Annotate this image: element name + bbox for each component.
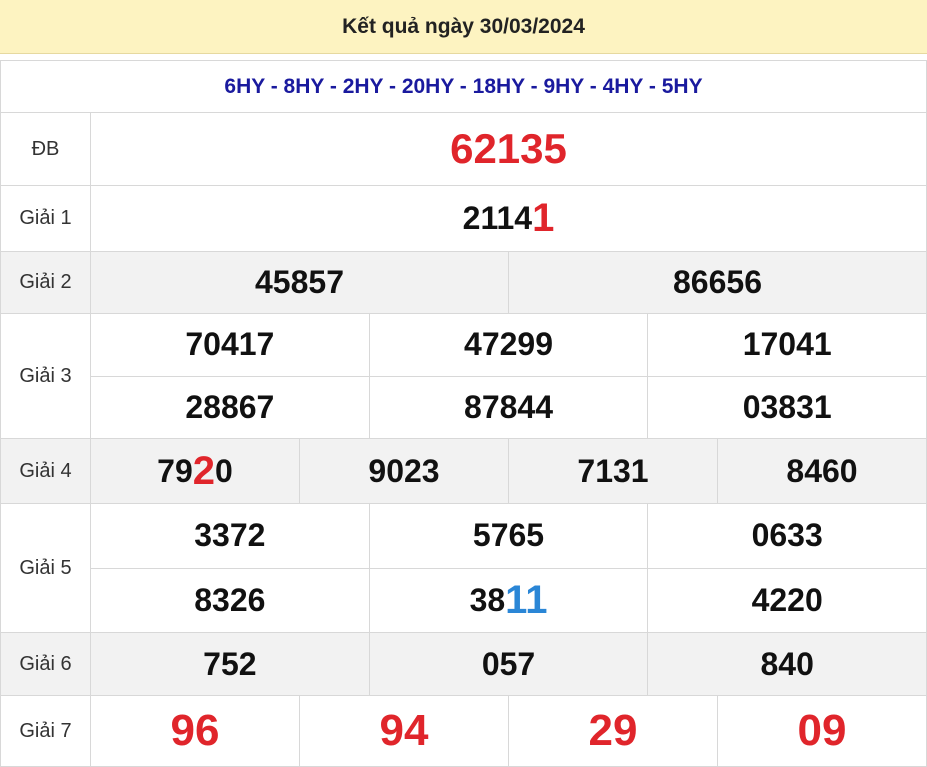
prize-4-number: 79 2 0 <box>91 439 299 503</box>
prize-2-number: 45857 <box>255 264 344 300</box>
number-highlight: 11 <box>505 577 548 622</box>
prize-7-number: 09 <box>717 696 926 766</box>
prize-6-number: 840 <box>647 633 926 695</box>
prize-row-2: Giải 2 45857 86656 <box>1 252 926 314</box>
draw-codes: 6HY - 8HY - 2HY - 20HY - 18HY - 9HY - 4H… <box>1 61 926 113</box>
page-title: Kết quả ngày 30/03/2024 <box>0 0 927 54</box>
prize-3-number: 87844 <box>368 376 648 438</box>
results-table: 6HY - 8HY - 2HY - 20HY - 18HY - 9HY - 4H… <box>0 60 927 767</box>
prize-1-number: 2114 1 <box>91 186 926 251</box>
prize-row-3: Giải 3 70417 47299 17041 28867 87844 038… <box>1 314 926 439</box>
prize-label-5: Giải 5 <box>1 504 91 632</box>
number-suffix: 0 <box>215 452 233 489</box>
prize-label-1: Giải 1 <box>1 186 91 251</box>
prize-6-number: 752 <box>203 645 257 682</box>
prize-label-6: Giải 6 <box>1 633 91 695</box>
prize-row-special: ĐB 62135 <box>1 113 926 186</box>
number-prefix: 2114 <box>462 200 533 236</box>
prize-3-number: 70417 <box>185 326 275 363</box>
prize-5-number: 0633 <box>647 504 926 568</box>
prize-7-number: 96 <box>170 706 220 755</box>
prize-5-number: 8326 <box>194 581 266 618</box>
prize-3-number: 28867 <box>185 388 275 425</box>
prize-4-number: 8460 <box>717 439 926 503</box>
number-highlight: 1 <box>532 196 555 240</box>
number-prefix: 38 <box>469 581 506 618</box>
prize-row-6: Giải 6 752 057 840 <box>1 633 926 696</box>
prize-4-number: 9023 <box>299 439 508 503</box>
prize-label-7: Giải 7 <box>1 696 91 766</box>
prize-4-number: 7131 <box>508 439 717 503</box>
prize-2-number: 86656 <box>508 252 926 313</box>
prize-7-number: 29 <box>508 696 717 766</box>
prize-3-number: 47299 <box>368 314 648 376</box>
prize-label-3: Giải 3 <box>1 314 91 438</box>
prize-5-number: 38 11 <box>368 568 648 632</box>
prize-label-4: Giải 4 <box>1 439 91 503</box>
prize-3-number: 17041 <box>647 314 926 376</box>
special-prize-number: 62135 <box>450 125 567 172</box>
prize-row-1: Giải 1 2114 1 <box>1 186 926 252</box>
number-prefix: 79 <box>157 452 193 489</box>
prize-3-number: 03831 <box>647 376 926 438</box>
prize-row-7: Giải 7 96 94 29 09 <box>1 696 926 767</box>
prize-row-5: Giải 5 3372 5765 0633 8326 38 11 4220 <box>1 504 926 633</box>
prize-label-2: Giải 2 <box>1 252 91 313</box>
prize-7-number: 94 <box>299 696 508 766</box>
prize-row-4: Giải 4 79 2 0 9023 7131 8460 <box>1 439 926 504</box>
prize-5-number: 4220 <box>647 568 926 632</box>
prize-6-number: 057 <box>368 633 648 695</box>
prize-5-number: 5765 <box>368 504 648 568</box>
prize-5-number: 3372 <box>194 517 266 554</box>
prize-label-special: ĐB <box>1 113 91 185</box>
number-highlight: 2 <box>192 448 216 493</box>
